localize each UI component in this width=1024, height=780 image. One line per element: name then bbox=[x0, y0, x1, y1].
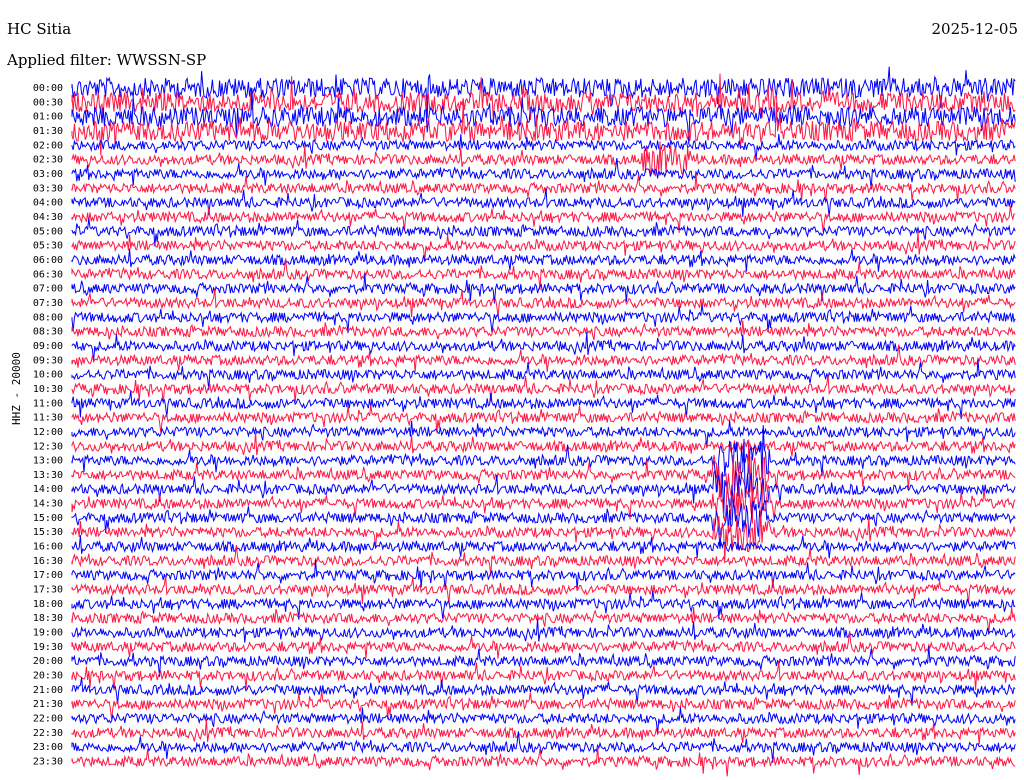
seismic-trace bbox=[71, 248, 1016, 272]
row-time-label: 05:30 bbox=[33, 241, 63, 252]
row-time-label: 20:00 bbox=[33, 656, 63, 667]
row-time-label: 18:00 bbox=[33, 599, 63, 610]
row-time-label: 00:00 bbox=[33, 83, 63, 94]
row-time-label: 10:00 bbox=[33, 370, 63, 381]
row-time-label: 01:30 bbox=[33, 126, 63, 137]
seismic-trace bbox=[71, 374, 1016, 404]
row-time-label: 14:30 bbox=[33, 499, 63, 510]
seismic-trace bbox=[71, 320, 1016, 341]
row-time-label: 23:00 bbox=[33, 742, 63, 753]
row-time-label: 11:00 bbox=[33, 398, 63, 409]
row-time-label: 02:30 bbox=[33, 155, 63, 166]
row-time-label: 18:30 bbox=[33, 613, 63, 624]
row-time-label: 16:00 bbox=[33, 542, 63, 553]
row-time-label: 17:30 bbox=[33, 585, 63, 596]
row-time-label: 22:00 bbox=[33, 714, 63, 725]
row-time-label: 02:00 bbox=[33, 140, 63, 151]
row-time-label: 07:00 bbox=[33, 284, 63, 295]
row-time-label: 05:00 bbox=[33, 226, 63, 237]
row-time-label: 21:00 bbox=[33, 685, 63, 696]
row-time-label: 04:30 bbox=[33, 212, 63, 223]
row-time-label: 22:30 bbox=[33, 728, 63, 739]
seismic-trace bbox=[71, 746, 1016, 777]
seismic-trace bbox=[71, 432, 1016, 457]
row-time-label: 08:30 bbox=[33, 327, 63, 338]
row-time-label: 19:00 bbox=[33, 628, 63, 639]
row-time-label: 17:00 bbox=[33, 570, 63, 581]
seismic-trace bbox=[71, 439, 1016, 524]
row-time-label: 06:00 bbox=[33, 255, 63, 266]
row-time-label: 04:00 bbox=[33, 198, 63, 209]
seismic-trace bbox=[71, 718, 1016, 745]
row-time-label: 19:30 bbox=[33, 642, 63, 653]
helicorder-plot: 00:00 00:30 01:00 01:30 02:00 02:30 03:00 03:30… bbox=[33, 66, 1016, 777]
row-time-label: 11:30 bbox=[33, 413, 63, 424]
row-time-label: 01:00 bbox=[33, 112, 63, 123]
seismic-trace bbox=[71, 575, 1016, 604]
seismic-trace bbox=[71, 630, 1016, 659]
seismic-trace bbox=[71, 258, 1016, 291]
row-time-label: 08:00 bbox=[33, 312, 63, 323]
row-time-label: 23:30 bbox=[33, 757, 63, 768]
row-time-label: 07:30 bbox=[33, 298, 63, 309]
seismic-trace bbox=[71, 288, 1016, 318]
row-time-label: 13:30 bbox=[33, 470, 63, 481]
seismic-trace bbox=[71, 420, 1016, 448]
row-time-label: 00:30 bbox=[33, 97, 63, 108]
seismic-trace bbox=[71, 535, 1016, 559]
row-time-label: 03:30 bbox=[33, 183, 63, 194]
row-time-label: 03:00 bbox=[33, 169, 63, 180]
row-time-label: 12:00 bbox=[33, 427, 63, 438]
row-time-label: 09:00 bbox=[33, 341, 63, 352]
row-time-label: 16:30 bbox=[33, 556, 63, 567]
row-time-label: 21:30 bbox=[33, 699, 63, 710]
row-time-label: 12:30 bbox=[33, 441, 63, 452]
seismic-trace bbox=[71, 173, 1016, 204]
row-time-label: 15:30 bbox=[33, 527, 63, 538]
row-time-label: 13:00 bbox=[33, 456, 63, 467]
row-time-label: 09:30 bbox=[33, 355, 63, 366]
row-time-label: 15:00 bbox=[33, 513, 63, 524]
row-time-label: 06:30 bbox=[33, 269, 63, 280]
row-time-label: 20:30 bbox=[33, 671, 63, 682]
row-time-label: 10:30 bbox=[33, 384, 63, 395]
row-time-label: 14:00 bbox=[33, 484, 63, 495]
